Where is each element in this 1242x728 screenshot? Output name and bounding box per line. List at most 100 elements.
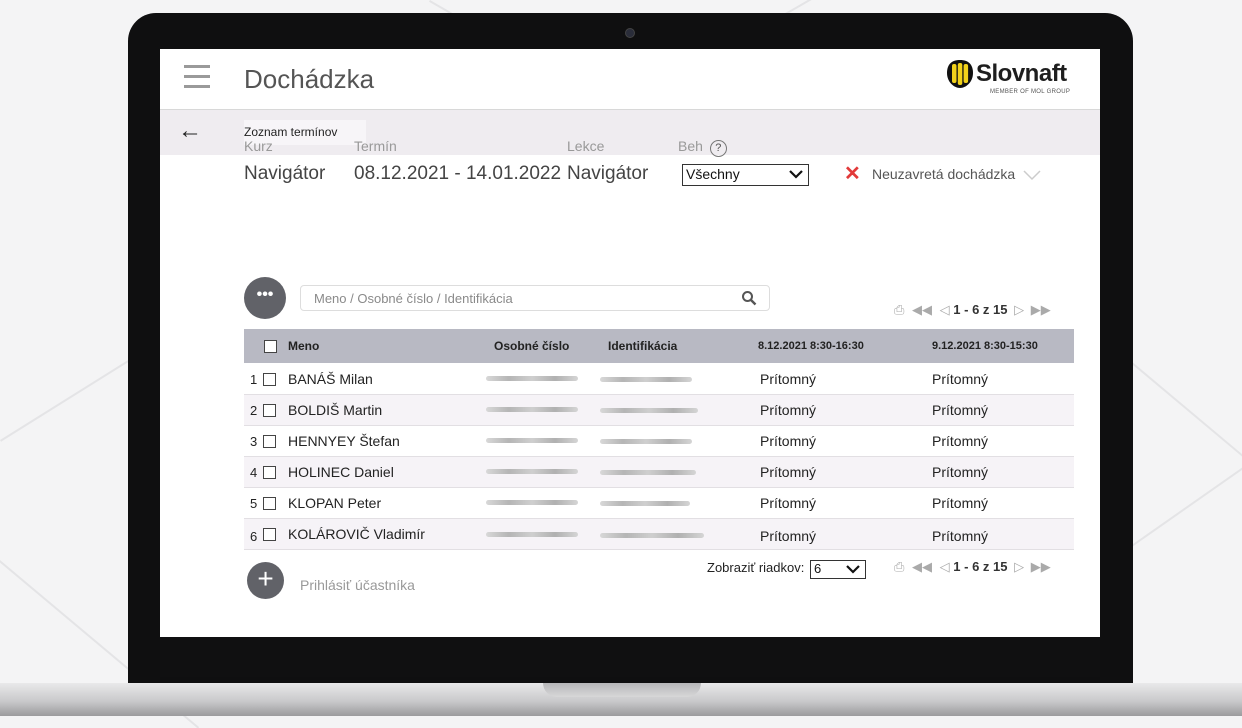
kurz-label: Kurz	[244, 138, 273, 154]
row-number: 3	[250, 434, 258, 449]
attendance-cell[interactable]: Prítomný	[932, 495, 988, 511]
identification-redacted	[600, 377, 692, 382]
row-number: 1	[250, 372, 258, 387]
chevron-down-icon	[789, 170, 803, 179]
beh-select[interactable]: Všechny	[682, 164, 809, 186]
attendance-status-text: Neuzavretá dochádzka	[872, 166, 1016, 182]
attendance-cell[interactable]: Prítomný	[932, 464, 988, 480]
search-input[interactable]: Meno / Osobné číslo / Identifikácia	[314, 291, 513, 306]
row-number: 6	[250, 529, 258, 544]
participant-name[interactable]: KOLÁROVIČ Vladimír	[288, 526, 425, 542]
attendance-cell[interactable]: Prítomný	[760, 464, 816, 480]
hamburger-menu-icon[interactable]	[184, 65, 210, 89]
participant-name[interactable]: KLOPAN Peter	[288, 495, 381, 511]
personal-number-redacted	[486, 532, 578, 537]
termin-value: 08.12.2021 - 14.01.2022	[354, 163, 562, 184]
brand-name: Slovnaft	[976, 60, 1067, 87]
chevron-down-icon	[1023, 170, 1041, 181]
more-actions-button[interactable]: •••	[244, 277, 286, 319]
rows-per-page-select[interactable]: 6	[809, 560, 866, 579]
last-page-icon[interactable]: ▶▶	[1031, 302, 1051, 317]
lekce-label: Lekce	[567, 138, 605, 154]
close-icon: ✕	[844, 163, 861, 185]
prev-page-icon[interactable]: ◁	[940, 559, 950, 574]
last-page-icon[interactable]: ▶▶	[1031, 559, 1051, 574]
attendance-cell[interactable]: Prítomný	[760, 528, 816, 544]
participant-name[interactable]: HOLINEC Daniel	[288, 464, 394, 480]
header-osobne-cislo[interactable]: Osobné číslo	[494, 339, 569, 353]
participant-name[interactable]: BOLDIŠ Martin	[288, 402, 382, 418]
header-date-1: 8.12.2021 8:30-16:30	[758, 340, 864, 352]
pagination-top: ⎙ ◀◀ ◁ 1 - 6 z 15 ▷ ▶▶	[894, 302, 1051, 318]
personal-number-redacted	[486, 407, 578, 412]
page-title: Dochádzka	[244, 64, 375, 94]
personal-number-redacted	[486, 500, 578, 505]
brand-subtitle: MEMBER OF MOL GROUP	[990, 89, 1071, 95]
attendance-cell[interactable]: Prítomný	[932, 433, 988, 449]
print-icon[interactable]: ⎙	[894, 302, 904, 317]
page-range: 1 - 6 z 15	[953, 559, 1008, 574]
personal-number-redacted	[486, 438, 578, 443]
attendance-cell[interactable]: Prítomný	[760, 371, 816, 387]
next-page-icon[interactable]: ▷	[1014, 302, 1024, 317]
rows-per-page: Zobraziť riadkov: 6	[707, 559, 866, 579]
row-checkbox[interactable]	[263, 373, 276, 386]
table-row: 5 KLOPAN Peter Prítomný Prítomný	[244, 488, 1074, 519]
attendance-status[interactable]: ✕ Neuzavretá dochádzka	[844, 163, 1041, 185]
row-number: 4	[250, 465, 258, 480]
beh-label-text: Beh	[678, 138, 703, 154]
identification-redacted	[600, 501, 690, 506]
background-line	[1129, 360, 1242, 490]
select-all-checkbox[interactable]	[264, 340, 277, 353]
app-header: Dochádzka Slovnaft MEMBER OF MOL GROUP	[160, 49, 1100, 110]
row-number: 5	[250, 496, 258, 511]
header-identifikacia[interactable]: Identifikácia	[608, 339, 677, 353]
prev-page-icon[interactable]: ◁	[940, 302, 950, 317]
rows-per-page-label: Zobraziť riadkov:	[707, 560, 805, 575]
row-checkbox[interactable]	[263, 404, 276, 417]
table-row: 2 BOLDIŠ Martin Prítomný Prítomný	[244, 395, 1074, 426]
laptop-bezel	[160, 637, 1100, 677]
page-range: 1 - 6 z 15	[953, 302, 1008, 317]
first-page-icon[interactable]: ◀◀	[912, 302, 932, 317]
print-icon[interactable]: ⎙	[894, 559, 904, 574]
table-header: Meno Osobné číslo Identifikácia 8.12.202…	[244, 329, 1074, 363]
termin-label: Termín	[354, 138, 397, 154]
slovnaft-emblem-icon	[947, 60, 973, 88]
first-page-icon[interactable]: ◀◀	[912, 559, 932, 574]
add-participant-button[interactable]: +	[247, 562, 284, 599]
identification-redacted	[600, 470, 696, 475]
attendance-cell[interactable]: Prítomný	[932, 371, 988, 387]
next-page-icon[interactable]: ▷	[1014, 559, 1024, 574]
help-icon[interactable]: ?	[709, 140, 727, 157]
pagination-bottom: ⎙ ◀◀ ◁ 1 - 6 z 15 ▷ ▶▶	[894, 559, 1051, 575]
participant-name[interactable]: HENNYEY Štefan	[288, 433, 400, 449]
back-arrow-icon[interactable]: ←	[178, 117, 202, 145]
identification-redacted	[600, 533, 704, 538]
attendance-cell[interactable]: Prítomný	[932, 402, 988, 418]
table-row: 3 HENNYEY Štefan Prítomný Prítomný	[244, 426, 1074, 457]
participant-name[interactable]: BANÁŠ Milan	[288, 371, 373, 387]
row-checkbox[interactable]	[263, 466, 276, 479]
header-meno[interactable]: Meno	[288, 339, 319, 353]
laptop-notch	[543, 683, 701, 697]
rows-per-page-value: 6	[813, 561, 822, 576]
search-icon[interactable]	[741, 290, 757, 306]
row-checkbox[interactable]	[263, 435, 276, 448]
attendance-cell[interactable]: Prítomný	[760, 433, 816, 449]
attendance-cell[interactable]: Prítomný	[932, 528, 988, 544]
search-field[interactable]: Meno / Osobné číslo / Identifikácia	[300, 285, 770, 311]
header-date-2: 9.12.2021 8:30-15:30	[932, 340, 1038, 352]
add-participant-label[interactable]: Prihlásiť účastníka	[300, 577, 415, 593]
identification-redacted	[600, 408, 698, 413]
app-screen: Dochádzka Slovnaft MEMBER OF MOL GROUP ←…	[160, 49, 1100, 637]
row-checkbox[interactable]	[263, 497, 276, 510]
attendance-cell[interactable]: Prítomný	[760, 402, 816, 418]
attendance-cell[interactable]: Prítomný	[760, 495, 816, 511]
table-row: 6 KOLÁROVIČ Vladimír Prítomný Prítomný	[244, 519, 1074, 550]
row-checkbox[interactable]	[263, 528, 276, 541]
camera	[625, 28, 635, 38]
beh-select-value: Všechny	[686, 166, 740, 182]
table-row: 1 BANÁŠ Milan Prítomný Prítomný	[244, 364, 1074, 395]
personal-number-redacted	[486, 469, 578, 474]
